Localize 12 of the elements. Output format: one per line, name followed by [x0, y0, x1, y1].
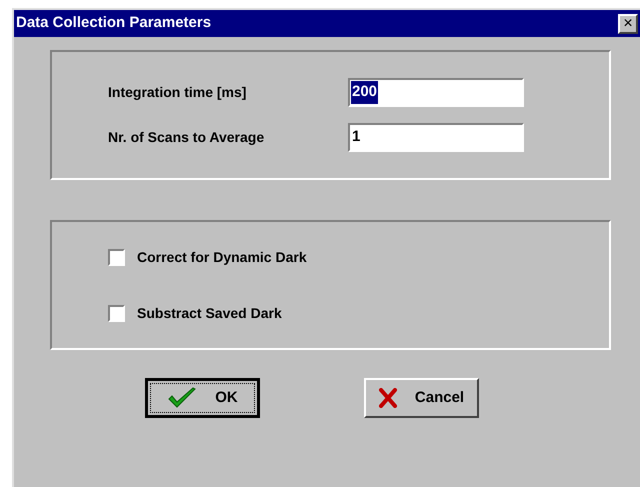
- check-icon: [167, 387, 198, 409]
- window-title: Data Collection Parameters: [16, 13, 212, 34]
- cancel-button[interactable]: Cancel: [364, 378, 479, 418]
- field-label: Nr. of Scans to Average: [108, 128, 266, 147]
- input-field[interactable]: 200: [348, 78, 524, 107]
- ok-button[interactable]: OK: [145, 378, 260, 418]
- checkbox[interactable]: Substract Saved Dark: [108, 302, 609, 324]
- checkbox[interactable]: Correct for Dynamic Dark: [108, 246, 609, 268]
- field-label: Integration time [ms]: [108, 83, 248, 102]
- close-button[interactable]: ×: [618, 14, 638, 34]
- input-field[interactable]: 1: [348, 123, 524, 152]
- x-icon: [378, 388, 397, 408]
